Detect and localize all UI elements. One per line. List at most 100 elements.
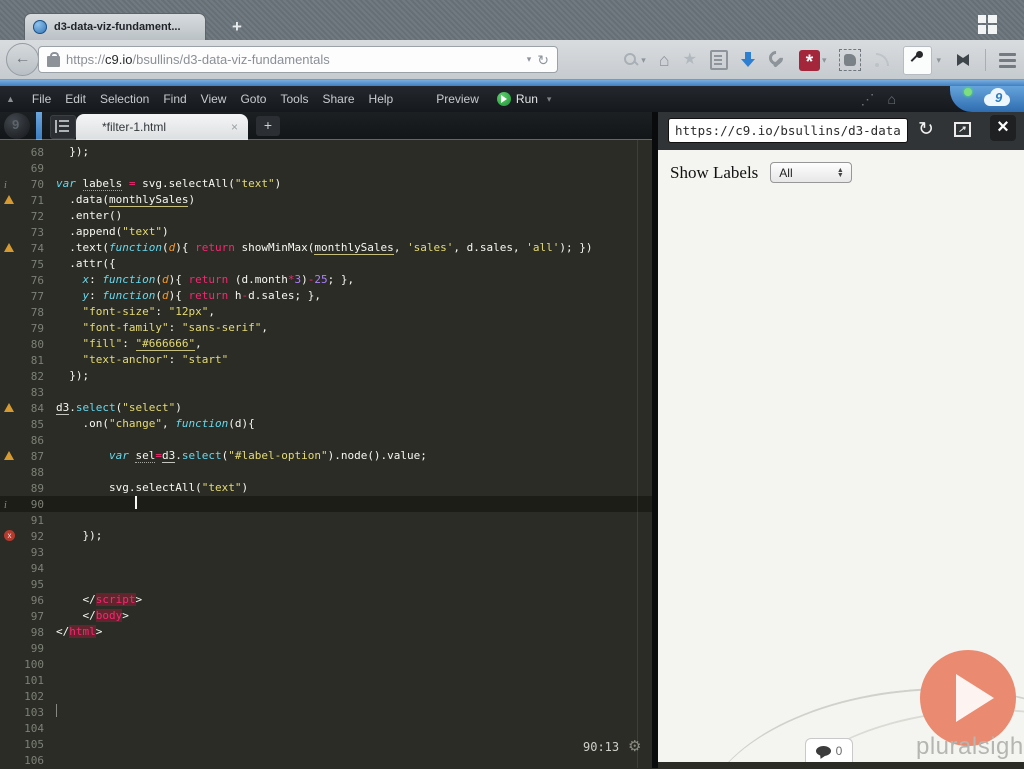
preview-close-icon[interactable]: × [990, 115, 1016, 141]
menu-selection[interactable]: Selection [93, 92, 156, 106]
code-line-69: 69 [30, 162, 44, 175]
menu-edit[interactable]: Edit [58, 92, 93, 106]
comment-bubble-icon [815, 746, 831, 756]
cloud9-favicon-icon [33, 20, 47, 34]
add-tab-button[interactable]: + [256, 116, 280, 136]
code-line-103: 103 [0, 704, 652, 720]
download-icon[interactable] [740, 52, 755, 68]
code-line-104: 104 [24, 722, 44, 735]
menu-tools[interactable]: Tools [273, 92, 315, 106]
run-dropdown-icon[interactable]: ▾ [547, 94, 552, 105]
url-dropdown-icon[interactable]: ▾ [527, 54, 532, 65]
code-line-76: 76 x: function(d){ return (d.month*3)-25… [30, 273, 355, 287]
preview-url-input[interactable] [668, 118, 908, 143]
preview-reload-icon[interactable]: ↻ [918, 118, 934, 141]
code-line-89: 89 svg.selectAll("text") [30, 481, 249, 495]
editor-settings-gear-icon[interactable]: ⚙ [628, 737, 641, 755]
dashboard-home-icon[interactable]: ⌂ [888, 91, 896, 108]
online-status-dot [964, 88, 972, 96]
text-cursor [135, 496, 138, 509]
activity-meter-icon[interactable]: ⋰ [861, 91, 875, 108]
code-line-99: 99 [30, 642, 44, 655]
warn-gutter-icon [4, 403, 14, 412]
pluralsight-wordmark: pluralsight [916, 733, 1024, 760]
warn-gutter-icon [4, 451, 14, 460]
code-line-78: 78 "font-size": "12px", [30, 305, 215, 319]
rss-icon [874, 52, 890, 68]
menu-share[interactable]: Share [316, 92, 362, 106]
code-line-93: 93 [30, 546, 44, 559]
tab-groups-icon[interactable] [978, 15, 997, 34]
menu-file[interactable]: File [25, 92, 58, 106]
pluralsight-play-icon [920, 650, 1016, 746]
hamburger-menu-icon[interactable] [999, 52, 1016, 68]
code-line-70: i 70 var labels = svg.selectAll("text") [0, 176, 652, 192]
warn-gutter-icon [4, 243, 14, 252]
run-button[interactable]: Run ▾ [496, 92, 552, 106]
code-line-86: 86 [30, 434, 44, 447]
menu-view[interactable]: View [194, 92, 234, 106]
tab-close-icon[interactable]: × [231, 120, 238, 134]
url-bar[interactable]: https://c9.io/bsullins/d3-data-viz-funda… [38, 46, 558, 73]
preview-button[interactable]: Preview [428, 92, 487, 106]
evernote-clipper-icon[interactable] [839, 49, 862, 71]
menu-find[interactable]: Find [156, 92, 193, 106]
menu-help[interactable]: Help [362, 92, 401, 106]
reload-icon[interactable]: ↻ [537, 53, 549, 67]
search-dropdown-icon[interactable]: ▾ [641, 55, 646, 66]
code-line-80: 80 "fill": "#666666", [30, 337, 202, 351]
code-line-101: 101 [24, 674, 44, 687]
code-line-81: 81 "text-anchor": "start" [30, 353, 229, 367]
text-cursor [56, 704, 57, 717]
cloud9-sphere-logo[interactable]: 9 [4, 113, 30, 139]
eyedropper-icon[interactable] [903, 45, 933, 75]
code-line-106: 106 [24, 754, 44, 767]
new-tab-button[interactable]: + [232, 17, 242, 37]
developer-wrench-icon[interactable] [766, 48, 786, 69]
code-line-77: 77 y: function(d){ return h-d.sales; }, [30, 289, 321, 303]
code-line-88: 88 [30, 466, 44, 479]
collapse-menubar-icon[interactable]: ▲ [6, 94, 15, 104]
lock-icon [47, 52, 60, 67]
bookmark-star-icon[interactable]: ★ [683, 52, 697, 68]
show-labels-label: Show Labels [670, 162, 759, 182]
eyedropper-dropdown-icon[interactable]: ▾ [936, 55, 941, 66]
browser-toolbar: ← https://c9.io/bsullins/d3-data-viz-fun… [0, 40, 1024, 80]
code-line-95: 95 [30, 578, 44, 591]
preview-popout-icon[interactable]: ↗ [951, 122, 971, 142]
code-line-97: 97 </body> [30, 609, 129, 623]
home-icon[interactable]: ⌂ [659, 51, 670, 69]
window-titlebar: d3-data-viz-fundament... + [0, 0, 1024, 40]
search-icon[interactable] [623, 52, 640, 68]
code-line-79: 79 "font-family": "sans-serif", [30, 321, 268, 335]
menu-goto[interactable]: Goto [233, 92, 273, 106]
addon-pinwheel-icon[interactable] [954, 52, 972, 68]
code-line-91: 91 [30, 514, 44, 527]
code-line-71: 71 .data(monthlySales) [0, 192, 652, 208]
comments-button[interactable]: 0 [805, 738, 853, 762]
menu-items: File Edit Selection Find View Goto Tools Share H… [25, 92, 400, 106]
label-option-select[interactable]: All ▲ ▼ [770, 162, 853, 183]
code-line-82: 82 }); [30, 369, 90, 383]
code-line-75: 75 .attr({ [30, 257, 116, 271]
code-line-73: 73 .append("text") [30, 225, 169, 239]
code-line-94: 94 [30, 562, 44, 575]
cursor-position-status: 90:13 [583, 740, 620, 754]
browser-tab[interactable]: d3-data-viz-fundament... [24, 13, 206, 40]
tab-list-icon[interactable] [50, 115, 76, 139]
lastpass-dropdown-icon[interactable]: ▾ [822, 55, 827, 66]
code-line-92: x 92 }); [0, 528, 652, 544]
code-editor[interactable]: 68 }); 69 i 70 var labels = svg.selectAll("t… [0, 140, 652, 768]
err-gutter-icon: x [4, 530, 15, 541]
cloud9-logo[interactable]: 9 [980, 88, 1016, 110]
pane-accent-bar [36, 112, 42, 140]
editor-tab-filter-1[interactable]: *filter-1.html × [76, 114, 248, 140]
url-text: https://c9.io/bsullins/d3-data-viz-funda… [66, 52, 330, 67]
code-line-68: 68 }); [30, 145, 90, 159]
comment-count: 0 [835, 744, 843, 758]
editor-scrollbar[interactable] [637, 140, 638, 768]
reading-list-icon[interactable] [709, 50, 728, 70]
lastpass-icon[interactable]: * [798, 49, 820, 73]
code-line-105: 105 [24, 738, 44, 751]
back-button[interactable]: ← [6, 43, 39, 76]
